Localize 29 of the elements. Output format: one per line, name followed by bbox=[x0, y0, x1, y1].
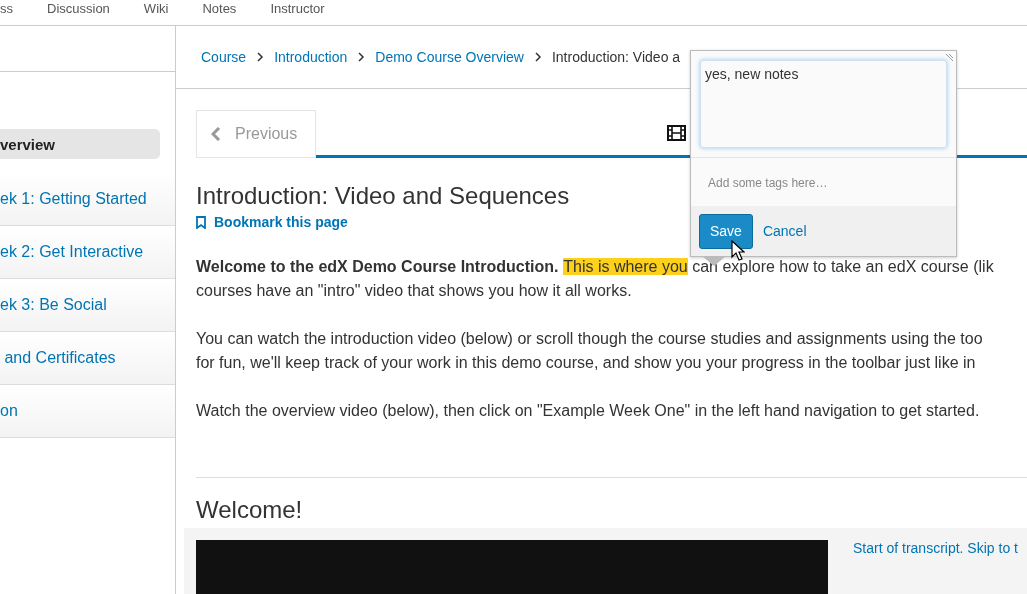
nav-tab[interactable]: Notes bbox=[202, 1, 237, 16]
note-text-field[interactable]: yes, new notes bbox=[700, 60, 947, 148]
chevron-icon bbox=[357, 52, 366, 62]
chevron-icon bbox=[533, 52, 542, 62]
breadcrumb-link[interactable]: Introduction bbox=[274, 49, 348, 65]
bookmark-icon bbox=[196, 215, 206, 229]
nav-tab[interactable]: ss bbox=[0, 1, 13, 16]
bookmark-link[interactable]: Bookmark this page bbox=[196, 214, 348, 230]
unit-title: Introduction: Video and Sequences bbox=[196, 182, 570, 210]
chevron-left-icon bbox=[211, 127, 221, 141]
nav-tab[interactable]: Instructor bbox=[270, 1, 325, 16]
breadcrumb-current: Introduction: Video a bbox=[551, 49, 681, 65]
breadcrumb-link[interactable]: Course bbox=[201, 49, 247, 65]
cancel-link[interactable]: Cancel bbox=[762, 223, 807, 239]
previous-button[interactable]: Previous bbox=[196, 110, 316, 158]
sidebar-item[interactable]: verview bbox=[0, 129, 160, 159]
transcript-link[interactable]: Start of transcript. Skip to t bbox=[853, 539, 1018, 594]
paragraph: You can watch the introduction video (below) or scroll though the course studies and assignments using the too for fun, we'll keep track of your work in this demo course, and show you your progress in the toolbar just like in bbox=[196, 328, 984, 373]
resize-grip-icon[interactable] bbox=[945, 53, 954, 62]
section-title: Welcome! bbox=[196, 495, 304, 524]
film-icon bbox=[666, 124, 686, 141]
tags-field[interactable]: Add some tags here… bbox=[700, 176, 947, 190]
paragraph: Watch the overview video (below), then click on "Example Week One" in the left hand navigation to get started. bbox=[196, 400, 981, 421]
nav-tab[interactable]: Discussion bbox=[47, 1, 110, 16]
breadcrumb-link[interactable]: Demo Course Overview bbox=[375, 49, 524, 65]
paragraph: Welcome to the edX Demo Course Introduction. This is where you can explore how to take an edX course (lik courses have an "intro" video that shows you how it all works. bbox=[196, 256, 995, 301]
save-button[interactable]: Save bbox=[699, 213, 753, 249]
nav-tab[interactable]: Wiki bbox=[143, 1, 169, 16]
chevron-icon bbox=[256, 52, 265, 62]
